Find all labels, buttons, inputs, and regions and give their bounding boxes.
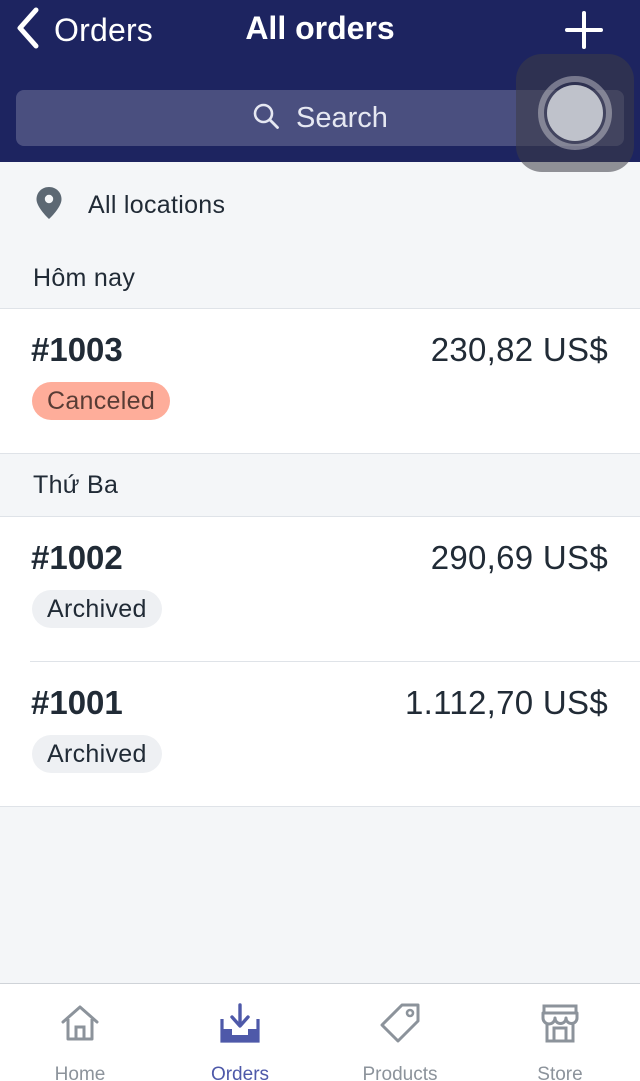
order-row-1001[interactable]: #1001 1.112,70 US$ Archived bbox=[0, 662, 640, 807]
tab-store[interactable]: Store bbox=[480, 984, 640, 1081]
orders-card-today: #1003 230,82 US$ Canceled bbox=[0, 308, 640, 454]
section-header-today: Hôm nay bbox=[33, 263, 136, 292]
tab-orders[interactable]: Orders bbox=[160, 984, 320, 1081]
order-total: 230,82 US$ bbox=[430, 331, 608, 368]
tab-label: Orders bbox=[210, 1064, 270, 1081]
home-icon bbox=[58, 984, 102, 1050]
search-icon bbox=[252, 102, 296, 135]
order-number: #1002 bbox=[31, 539, 123, 576]
tab-products[interactable]: Products bbox=[320, 984, 480, 1081]
add-order-button[interactable] bbox=[562, 8, 606, 52]
page-title: All orders bbox=[245, 10, 395, 46]
order-total: 1.112,70 US$ bbox=[405, 684, 608, 721]
store-icon bbox=[538, 984, 582, 1050]
location-label: All locations bbox=[88, 190, 226, 219]
tab-bar: Home Orders Products Store bbox=[0, 983, 640, 1081]
tab-label: Products bbox=[362, 1064, 438, 1081]
order-row-1003[interactable]: #1003 230,82 US$ Canceled bbox=[0, 309, 640, 454]
order-total: 290,69 US$ bbox=[430, 539, 608, 576]
assistive-touch-dot bbox=[547, 85, 603, 141]
orders-card-tuesday: #1002 290,69 US$ Archived #1001 1.112,70… bbox=[0, 516, 640, 807]
orders-inbox-icon bbox=[218, 984, 262, 1050]
tab-label: Store bbox=[537, 1064, 583, 1081]
order-number: #1003 bbox=[31, 331, 123, 368]
location-pin-icon bbox=[34, 186, 64, 225]
tag-icon bbox=[378, 984, 422, 1050]
tab-label: Home bbox=[54, 1064, 106, 1081]
location-filter[interactable]: All locations bbox=[0, 162, 640, 248]
search-placeholder: Search bbox=[296, 101, 388, 134]
section-header-tuesday: Thứ Ba bbox=[33, 470, 119, 499]
order-number: #1001 bbox=[31, 684, 123, 721]
status-badge: Archived bbox=[32, 735, 162, 773]
status-badge: Canceled bbox=[32, 382, 171, 420]
tab-home[interactable]: Home bbox=[0, 984, 160, 1081]
order-row-1002[interactable]: #1002 290,69 US$ Archived bbox=[0, 517, 640, 662]
assistive-touch-button[interactable] bbox=[516, 54, 634, 172]
status-badge: Archived bbox=[32, 590, 162, 628]
